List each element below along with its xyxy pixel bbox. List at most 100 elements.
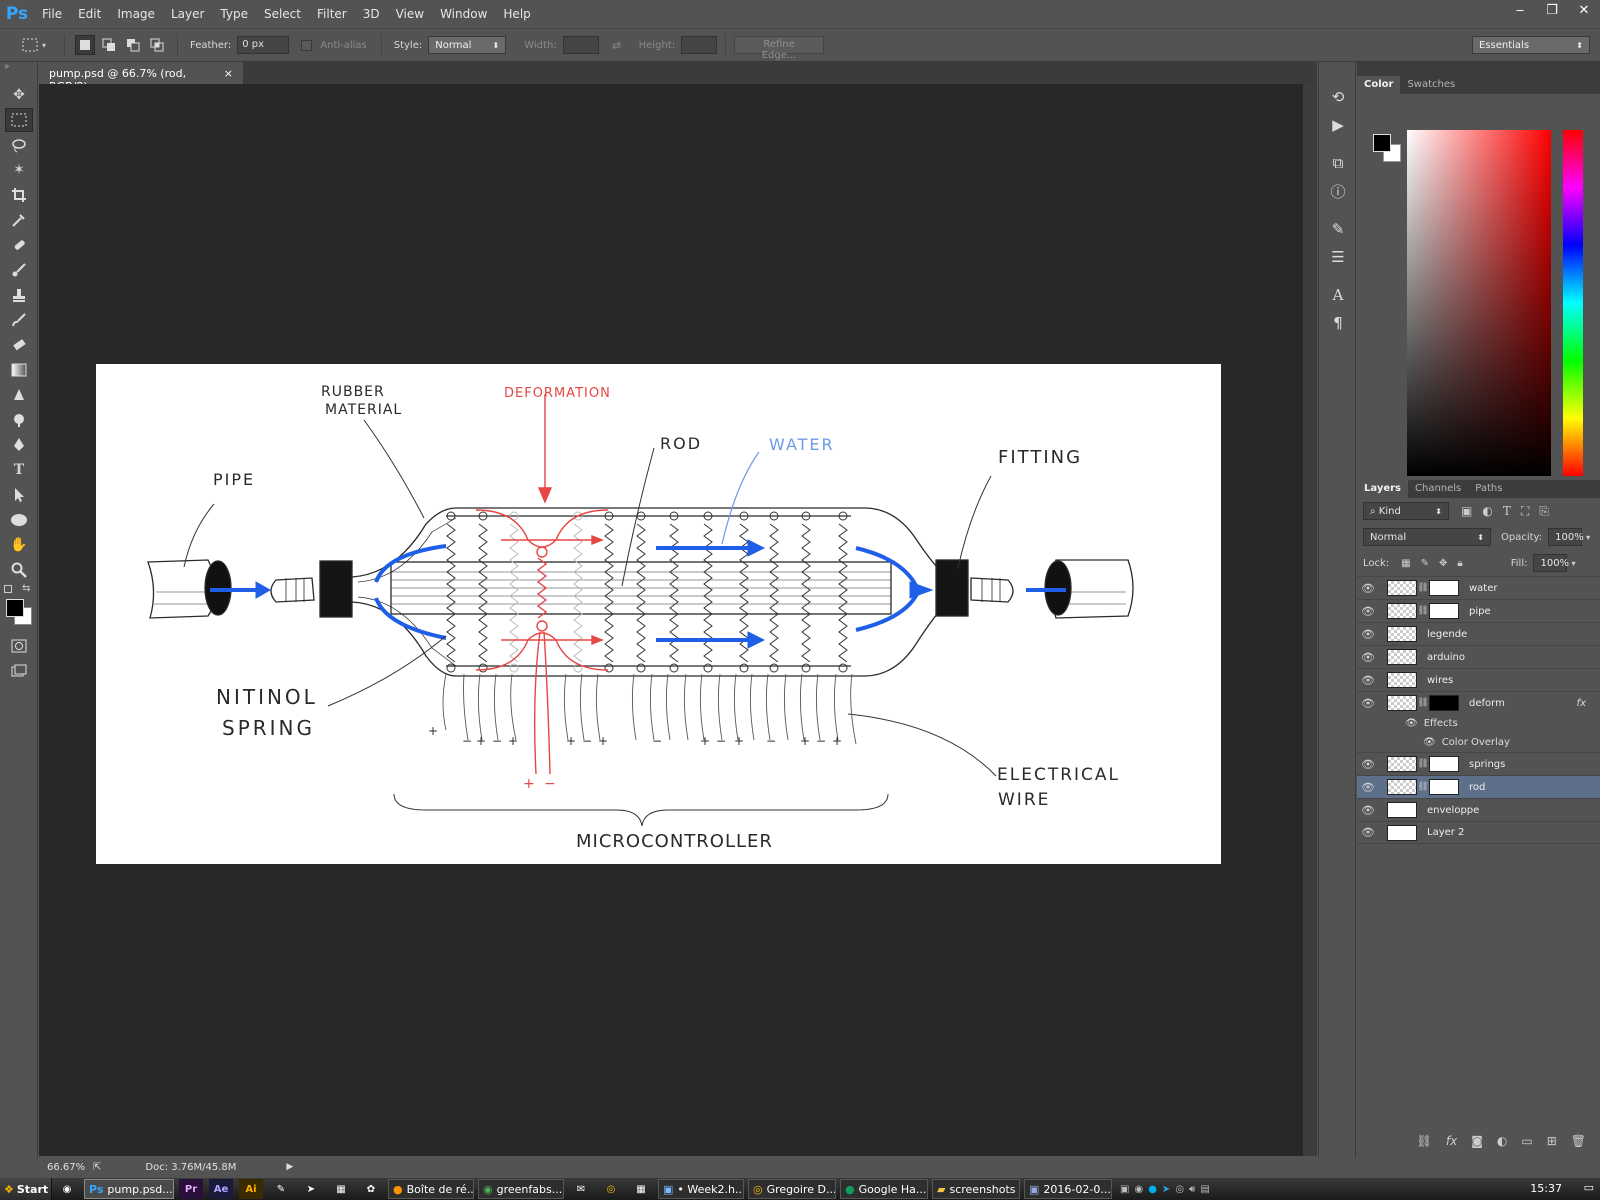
menu-select[interactable]: Select: [256, 0, 309, 28]
new-adjustment-layer-icon[interactable]: ◐: [1497, 1134, 1507, 1148]
visibility-eye-icon[interactable]: 👁︎: [1357, 582, 1379, 595]
taskbar-greenfabs[interactable]: ◉ greenfabs...: [478, 1179, 564, 1199]
magic-wand-tool-icon[interactable]: ✶: [5, 158, 33, 182]
foreground-color-swatch[interactable]: [6, 599, 24, 617]
menu-edit[interactable]: Edit: [70, 0, 109, 28]
effects-eye-icon[interactable]: 👁︎: [1405, 718, 1418, 729]
feather-input[interactable]: 0 px: [237, 36, 290, 54]
tor-browser-icon[interactable]: ◉: [55, 1179, 79, 1199]
rectangular-marquee-tool-icon[interactable]: [5, 108, 33, 132]
document-canvas[interactable]: PIPE RUBBER MATERIAL DEFORMATION ROD WAT…: [96, 364, 1221, 864]
tray-app-icon[interactable]: ◉: [1134, 1184, 1143, 1195]
info-panel-icon[interactable]: ⓘ: [1324, 178, 1352, 204]
layer-wires[interactable]: 👁︎ wires: [1357, 668, 1600, 691]
tab-layers[interactable]: Layers: [1357, 480, 1408, 498]
filter-pixel-icon[interactable]: ▣: [1461, 504, 1472, 518]
status-menu-arrow-icon[interactable]: ▶: [286, 1162, 293, 1172]
new-selection-icon[interactable]: [75, 35, 96, 55]
move-tool-icon[interactable]: ✥: [5, 83, 33, 107]
height-input[interactable]: [681, 36, 718, 54]
tab-paths[interactable]: Paths: [1468, 480, 1509, 498]
visibility-eye-icon[interactable]: 👁︎: [1357, 826, 1379, 839]
mask-link-icon[interactable]: ⛓︎: [1417, 698, 1429, 708]
delete-layer-icon[interactable]: 🗑︎: [1571, 1134, 1586, 1148]
taskbar-screenshots[interactable]: ▰ screenshots: [932, 1179, 1020, 1199]
menu-window[interactable]: Window: [432, 0, 495, 28]
pen-tool-icon[interactable]: [5, 433, 33, 457]
lasso-tool-icon[interactable]: [5, 133, 33, 157]
new-layer-icon[interactable]: ⊞: [1547, 1134, 1557, 1148]
panel-foreground-swatch[interactable]: [1373, 134, 1391, 152]
taskbar-firefox[interactable]: ● Boîte de ré...: [388, 1179, 474, 1199]
adjustments-panel-icon[interactable]: ☰: [1324, 244, 1352, 270]
layer-enveloppe[interactable]: 👁︎ enveloppe: [1357, 798, 1600, 821]
mask-link-icon[interactable]: ⛓︎: [1417, 759, 1429, 769]
opacity-input[interactable]: 100%: [1548, 528, 1584, 546]
lock-transparency-icon[interactable]: ▦: [1401, 558, 1410, 569]
illustrator-icon[interactable]: Ai: [239, 1179, 263, 1199]
layer-mask-thumbnail[interactable]: [1429, 580, 1459, 596]
visibility-eye-icon[interactable]: 👁︎: [1357, 605, 1379, 618]
tab-color[interactable]: Color: [1357, 76, 1401, 94]
dodge-tool-icon[interactable]: [5, 408, 33, 432]
taskbar-photoshop[interactable]: Ps pump.psd...: [84, 1179, 174, 1199]
mask-link-icon[interactable]: ⛓︎: [1417, 782, 1429, 792]
mask-link-icon[interactable]: ⛓︎: [1417, 606, 1429, 616]
add-to-selection-icon[interactable]: [99, 35, 119, 55]
after-effects-icon[interactable]: Ae: [209, 1179, 233, 1199]
style-select[interactable]: Normal ⬍: [428, 36, 507, 54]
opacity-chevron-icon[interactable]: ▾: [1586, 533, 1590, 542]
refine-edge-button[interactable]: Refine Edge...: [734, 36, 825, 61]
blur-tool-icon[interactable]: [5, 383, 33, 407]
type-tool-icon[interactable]: T: [5, 458, 33, 482]
tool-preset-chevron-icon[interactable]: ▾: [42, 41, 46, 50]
tray-skype-icon[interactable]: ●: [1148, 1184, 1157, 1195]
workspace-select[interactable]: Essentials ⬍: [1472, 36, 1590, 54]
swap-colors-icon[interactable]: ⇆: [22, 583, 30, 594]
character-panel-icon[interactable]: A: [1324, 282, 1352, 308]
screen-mode-icon[interactable]: [5, 659, 33, 683]
filter-smart-object-icon[interactable]: ⎘: [1539, 504, 1549, 519]
color-field[interactable]: [1407, 130, 1551, 476]
blend-mode-select[interactable]: Normal ⬍: [1363, 528, 1491, 546]
anti-alias-checkbox[interactable]: [301, 39, 313, 51]
taskbar-gregoire[interactable]: ◎ Gregoire D...: [748, 1179, 836, 1199]
chrome-icon[interactable]: ◎: [599, 1179, 623, 1199]
history-panel-icon[interactable]: ⟲: [1324, 84, 1352, 110]
width-input[interactable]: [562, 36, 599, 54]
subtract-from-selection-icon[interactable]: [123, 35, 143, 55]
mask-link-icon[interactable]: ⛓︎: [1417, 583, 1429, 593]
restore-button[interactable]: ❐: [1536, 0, 1568, 20]
menu-image[interactable]: Image: [109, 0, 163, 28]
hue-slider[interactable]: [1563, 130, 1583, 476]
filter-type-icon[interactable]: T: [1503, 504, 1511, 518]
menu-filter[interactable]: Filter: [309, 0, 355, 28]
3d-panel-icon[interactable]: ⧉: [1324, 150, 1352, 176]
layer-deform[interactable]: 👁︎ ⛓︎ deform fx: [1357, 691, 1600, 714]
lock-all-icon[interactable]: 🔒︎: [1457, 558, 1462, 569]
paragraph-panel-icon[interactable]: ¶: [1324, 310, 1352, 336]
tray-network-icon[interactable]: ▤: [1200, 1184, 1209, 1195]
tray-volume-icon[interactable]: 🔊︎: [1189, 1184, 1195, 1195]
document-tab[interactable]: pump.psd @ 66.7% (rod, RGB/8) ×: [39, 62, 243, 93]
minimize-button[interactable]: ‒: [1504, 0, 1536, 20]
tray-eye-icon[interactable]: ◎: [1175, 1184, 1184, 1195]
history-brush-tool-icon[interactable]: [5, 308, 33, 332]
document-tab-close-icon[interactable]: ×: [224, 67, 233, 80]
canvas-area[interactable]: PIPE RUBBER MATERIAL DEFORMATION ROD WAT…: [39, 84, 1303, 1156]
brush-panel-icon[interactable]: ✎: [1324, 216, 1352, 242]
eyedropper-tool-icon[interactable]: [5, 208, 33, 232]
tray-telegram-icon[interactable]: ➤: [1162, 1184, 1170, 1195]
layer-rod[interactable]: 👁︎ ⛓︎ rod: [1357, 775, 1600, 798]
brush-tool-icon[interactable]: [5, 258, 33, 282]
app-icon-2016[interactable]: ▦: [329, 1179, 353, 1199]
taskbar-image-viewer[interactable]: ▣ 2016-02-0...: [1024, 1179, 1112, 1199]
show-desktop-icon[interactable]: ▭: [1584, 1181, 1594, 1194]
add-mask-icon[interactable]: ◙: [1471, 1134, 1483, 1148]
layer-water[interactable]: 👁︎ ⛓︎ water: [1357, 576, 1600, 599]
layer-mask-thumbnail[interactable]: [1429, 603, 1459, 619]
layer-pipe[interactable]: 👁︎ ⛓︎ pipe: [1357, 599, 1600, 622]
lock-pixels-icon[interactable]: ✎: [1421, 558, 1429, 569]
visibility-eye-icon[interactable]: 👁︎: [1357, 697, 1379, 710]
filter-shape-icon[interactable]: ⛶: [1521, 504, 1529, 519]
